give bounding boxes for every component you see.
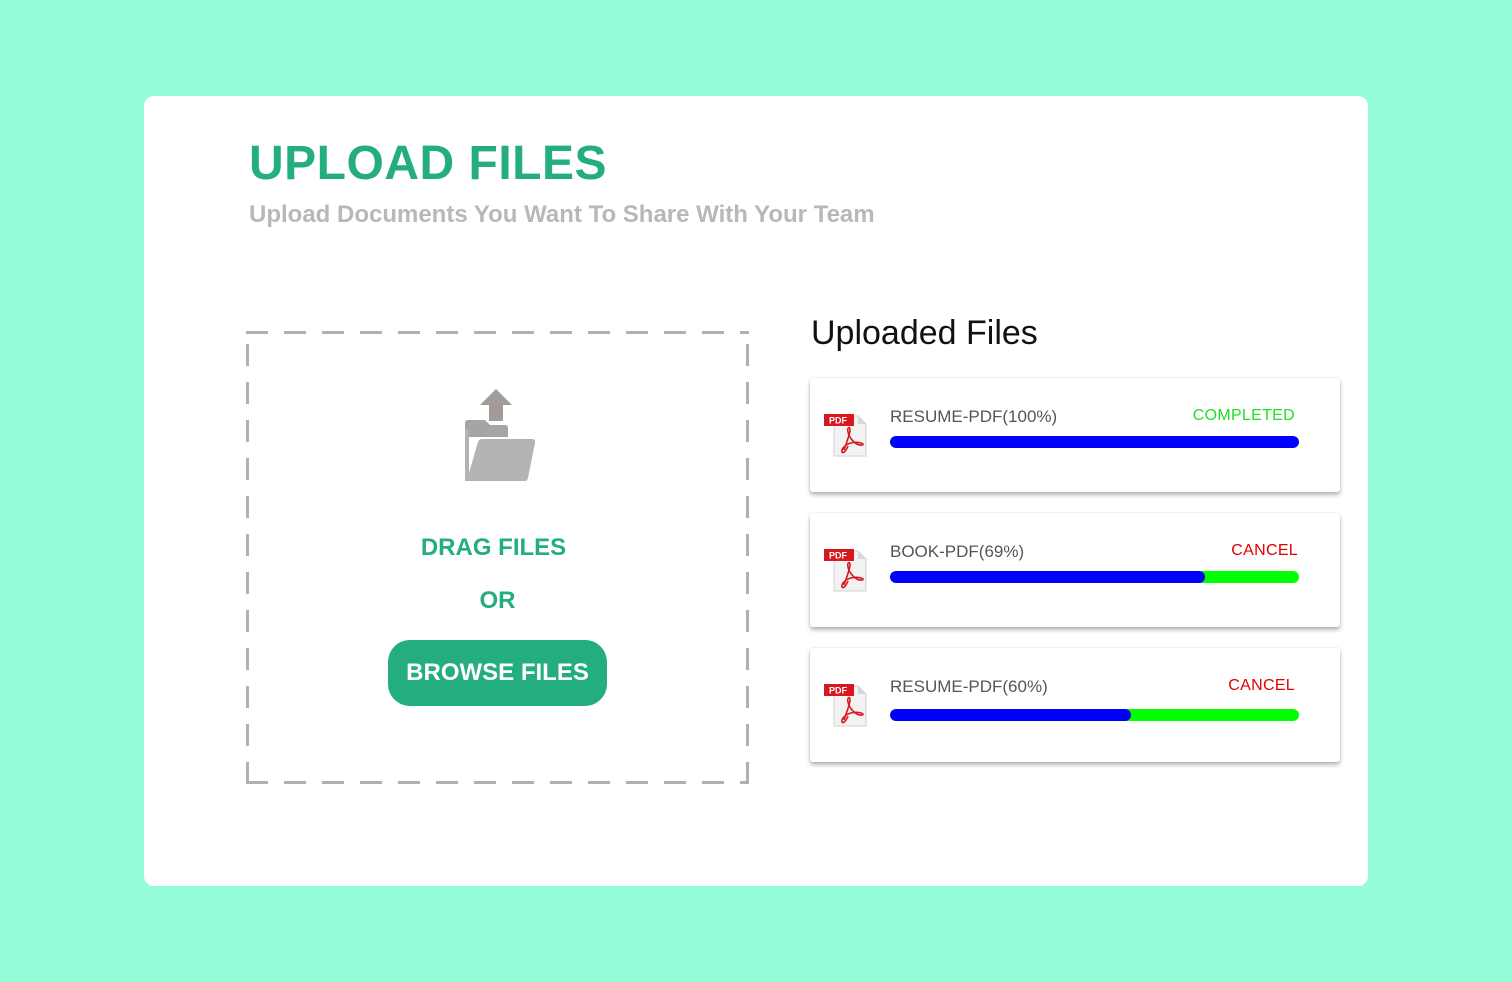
uploaded-files-heading: Uploaded Files — [811, 314, 1038, 352]
page-title: UPLOAD FILES — [249, 137, 608, 190]
pdf-icon: PDF — [824, 414, 867, 457]
browse-files-button[interactable]: BROWSE FILES — [388, 640, 607, 706]
cancel-button[interactable]: CANCEL — [1231, 542, 1298, 560]
progress-fill — [890, 436, 1299, 448]
file-name: BOOK-PDF(69%) — [890, 542, 1025, 561]
file-name: RESUME-PDF(100%) — [890, 407, 1058, 426]
file-item: PDF RESUME-PDF(100%) COMPLETED — [810, 378, 1340, 492]
file-item: PDF BOOK-PDF(69%) CANCEL — [810, 513, 1340, 627]
svg-text:PDF: PDF — [829, 686, 848, 696]
file-name: RESUME-PDF(60%) — [890, 677, 1048, 696]
svg-text:PDF: PDF — [829, 416, 848, 426]
pdf-icon: PDF — [824, 549, 867, 592]
status-completed: COMPLETED — [1192, 407, 1295, 424]
upload-card: UPLOAD FILES Upload Documents You Want T… — [144, 96, 1368, 886]
drop-zone[interactable]: DRAG FILES OR BROWSE FILES — [246, 331, 749, 784]
file-item: PDF RESUME-PDF(60%) CANCEL — [810, 648, 1340, 762]
progress-bar — [890, 571, 1299, 583]
progress-bar — [890, 436, 1299, 448]
cancel-button[interactable]: CANCEL — [1228, 677, 1295, 695]
folder-upload-icon — [465, 389, 535, 481]
or-label: OR — [479, 587, 516, 614]
progress-fill — [890, 709, 1132, 721]
page-subtitle: Upload Documents You Want To Share With … — [249, 201, 875, 228]
pdf-icon: PDF — [824, 684, 867, 727]
progress-bar — [890, 709, 1299, 721]
svg-text:PDF: PDF — [829, 551, 848, 561]
progress-fill — [890, 571, 1205, 583]
drag-files-label: DRAG FILES — [420, 534, 567, 561]
